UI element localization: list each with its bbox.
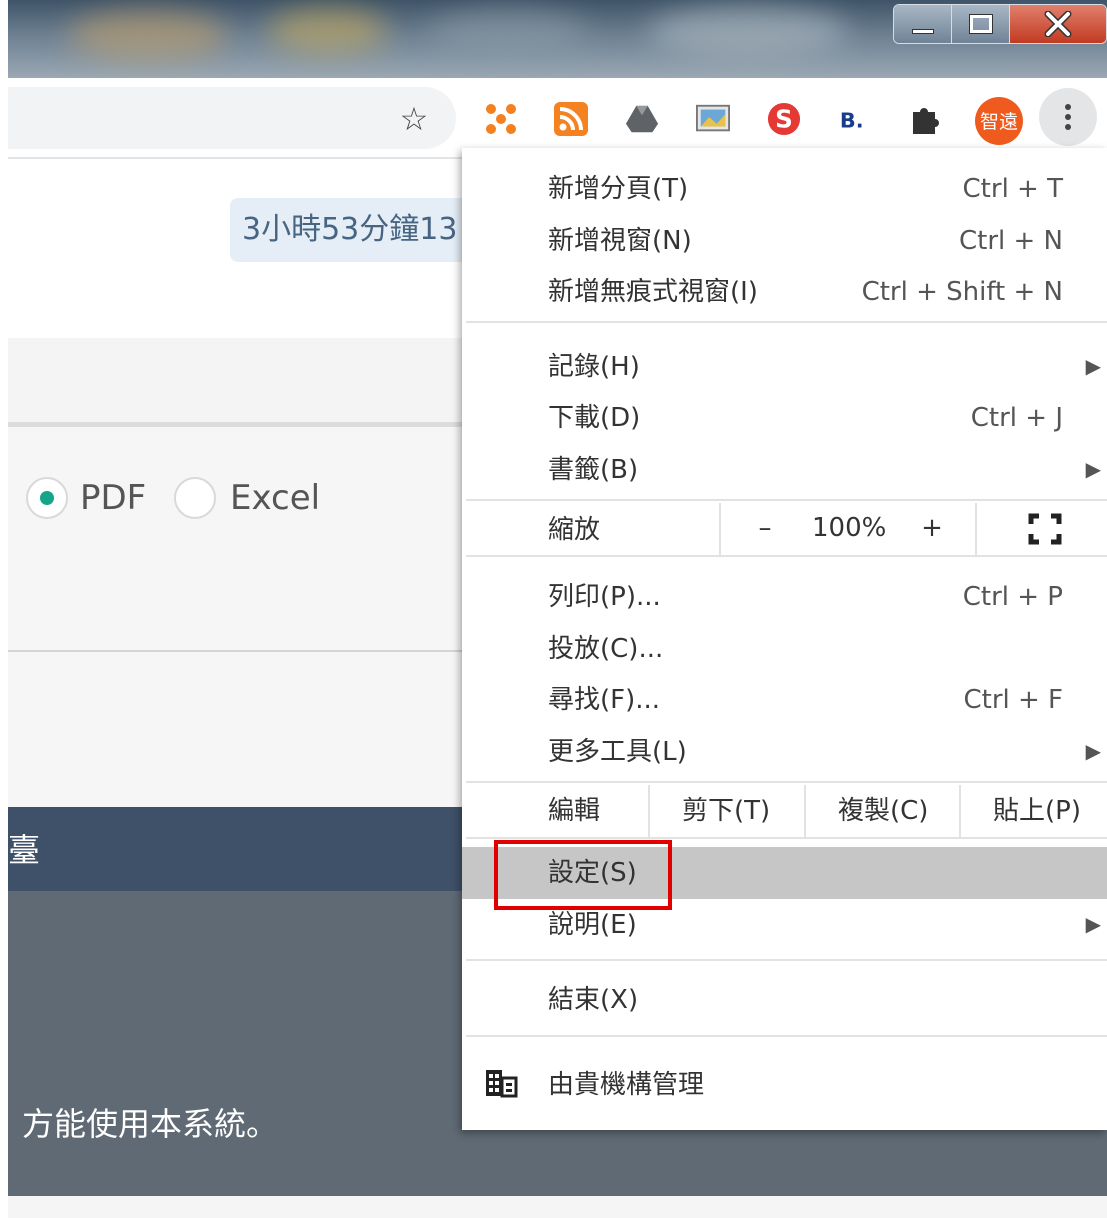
section-header-text: 臺 [8, 831, 41, 869]
more-vert-icon[interactable] [1039, 88, 1097, 146]
svg-text:B.: B. [840, 109, 864, 133]
address-bar[interactable]: ☆ [8, 87, 456, 149]
submenu-arrow-icon: ▶ [1085, 912, 1101, 936]
radio-pdf-label[interactable]: PDF [80, 477, 146, 519]
submenu-arrow-icon: ▶ [1085, 457, 1101, 481]
edit-divider [804, 785, 806, 837]
menu-shortcut: Ctrl + P [962, 582, 1063, 612]
submenu-arrow-icon: ▶ [1085, 739, 1101, 763]
menu-row-zoom: 縮放 – 100% + [462, 503, 1107, 555]
radio-excel[interactable] [174, 477, 216, 519]
menu-separator [466, 321, 1107, 323]
zoom-in-button[interactable]: + [920, 511, 944, 545]
settings-highlight [494, 840, 672, 910]
chrome-main-menu: 新增分頁(T) Ctrl + T 新增視窗(N) Ctrl + N 新增無痕式視… [462, 148, 1107, 1130]
menu-separator [466, 1035, 1107, 1037]
menu-item-label: 記錄(H) [548, 352, 640, 382]
menu-item-bookmarks[interactable]: 書籤(B) ▶ [462, 445, 1107, 495]
submenu-arrow-icon: ▶ [1085, 354, 1101, 378]
menu-item-label: 更多工具(L) [548, 737, 687, 767]
menu-item-new-window[interactable]: 新增視窗(N) Ctrl + N [462, 216, 1107, 266]
menu-item-label: 尋找(F)... [548, 685, 661, 715]
zoom-divider [975, 503, 977, 555]
menu-shortcut: Ctrl + F [963, 685, 1063, 715]
minimize-icon [911, 28, 934, 34]
cut-button[interactable]: 剪下(T) [682, 794, 770, 828]
menu-item-more-tools[interactable]: 更多工具(L) ▶ [462, 727, 1107, 777]
copy-button[interactable]: 複製(C) [838, 794, 928, 828]
browser-toolbar: ☆ S B. 智遠 [8, 78, 1107, 158]
menu-item-label: 書籤(B) [548, 455, 639, 485]
drive-extension-icon[interactable] [625, 102, 659, 136]
menu-item-label: 列印(P)... [548, 582, 661, 612]
menu-item-label: 新增分頁(T) [548, 174, 689, 204]
menu-item-label: 由貴機構管理 [548, 1070, 705, 1100]
svg-text:智遠: 智遠 [980, 111, 1018, 133]
edit-divider [959, 785, 961, 837]
menu-shortcut: Ctrl + J [970, 403, 1063, 433]
close-button[interactable] [1010, 5, 1106, 43]
dots-extension-icon[interactable] [484, 102, 518, 136]
page-footer [8, 1196, 1107, 1218]
fullscreen-icon[interactable] [1028, 513, 1062, 545]
window-controls [893, 4, 1107, 44]
menu-item-downloads[interactable]: 下載(D) Ctrl + J [462, 393, 1107, 443]
profile-avatar[interactable]: 智遠 [974, 96, 1024, 146]
paste-button[interactable]: 貼上(P) [993, 794, 1081, 828]
edit-label: 編輯 [548, 796, 601, 826]
menu-row-edit: 編輯 剪下(T) 複製(C) 貼上(P) [462, 785, 1107, 837]
menu-item-label: 下載(D) [548, 403, 641, 433]
menu-item-label: 結束(X) [548, 985, 639, 1015]
zoom-out-button[interactable]: – [752, 511, 778, 545]
session-timer: 3小時53分鐘13 [230, 198, 490, 262]
notice-text: 方能使用本系統。 [22, 1105, 279, 1143]
menu-item-find[interactable]: 尋找(F)... Ctrl + F [462, 675, 1107, 725]
building-icon [484, 1068, 518, 1098]
zoom-label: 縮放 [548, 515, 601, 545]
menu-separator [466, 837, 1107, 839]
s-extension-icon[interactable]: S [767, 102, 801, 136]
minimize-button[interactable] [894, 5, 952, 43]
menu-shortcut: Ctrl + Shift + N [861, 277, 1063, 307]
menu-item-label: 新增無痕式視窗(I) [548, 277, 758, 307]
menu-separator [466, 555, 1107, 557]
b-extension-icon[interactable]: B. [838, 102, 872, 136]
menu-shortcut: Ctrl + T [962, 174, 1063, 204]
close-icon [1044, 11, 1072, 37]
rss-extension-icon[interactable] [554, 102, 588, 136]
menu-separator [466, 781, 1107, 783]
menu-item-label: 新增視窗(N) [548, 226, 692, 256]
menu-separator [466, 499, 1107, 501]
puzzle-extension-icon[interactable] [909, 102, 943, 136]
window-titlebar [8, 0, 1107, 78]
menu-shortcut: Ctrl + N [958, 226, 1063, 256]
menu-item-history[interactable]: 記錄(H) ▶ [462, 342, 1107, 392]
radio-pdf[interactable] [26, 477, 68, 519]
zoom-level: 100% [812, 513, 887, 543]
restore-button[interactable] [952, 5, 1010, 43]
menu-separator [466, 959, 1107, 961]
menu-item-label: 說明(E) [548, 910, 637, 940]
image-extension-icon[interactable] [696, 102, 730, 136]
menu-item-new-tab[interactable]: 新增分頁(T) Ctrl + T [462, 164, 1107, 214]
format-options: PDF Excel [8, 427, 478, 652]
menu-item-label: 投放(C)... [548, 634, 664, 664]
content-area [8, 652, 478, 807]
menu-item-print[interactable]: 列印(P)... Ctrl + P [462, 572, 1107, 622]
screenshot: ☆ S B. 智遠 3小時53分鐘13 PDF Excel 臺 方能使用本系統。… [0, 0, 1107, 1218]
zoom-divider [719, 503, 721, 555]
menu-item-managed[interactable]: 由貴機構管理 [462, 1058, 1107, 1112]
toolbar-divider [8, 157, 464, 159]
menu-item-exit[interactable]: 結束(X) [462, 975, 1107, 1025]
restore-icon [968, 14, 993, 34]
edit-divider [648, 785, 650, 837]
svg-text:S: S [775, 105, 793, 134]
section-band [8, 338, 478, 424]
menu-item-new-incognito[interactable]: 新增無痕式視窗(I) Ctrl + Shift + N [462, 267, 1107, 317]
radio-excel-label[interactable]: Excel [230, 477, 320, 519]
star-icon[interactable]: ☆ [394, 99, 434, 139]
menu-item-cast[interactable]: 投放(C)... [462, 624, 1107, 674]
